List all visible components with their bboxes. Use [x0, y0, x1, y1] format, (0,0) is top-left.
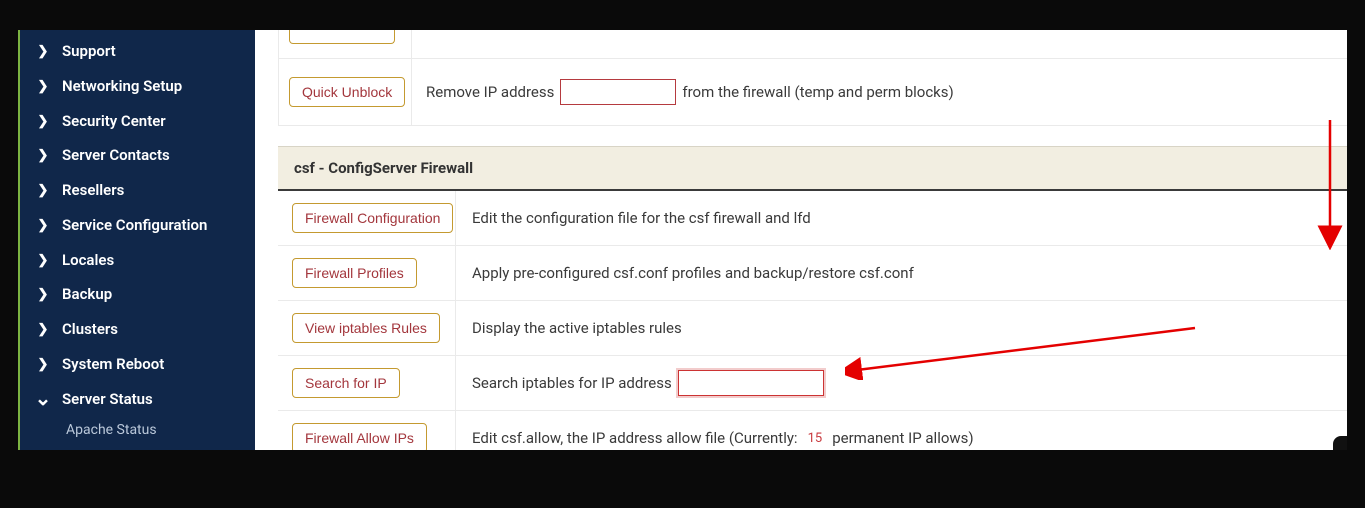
sidebar-subitem-apache-status[interactable]: Apache Status	[20, 416, 255, 444]
csf-row-firewall-configuration: Firewall Configuration Edit the configur…	[278, 191, 1347, 246]
firewall-configuration-desc: Edit the configuration file for the csf …	[456, 191, 1347, 245]
view-iptables-desc: Display the active iptables rules	[456, 301, 1347, 355]
chevron-right-icon: ❯	[38, 42, 48, 60]
quick-unblock-desc: Remove IP address from the firewall (tem…	[412, 59, 1347, 125]
sidebar-item-label: Server Status	[62, 390, 153, 409]
quick-allow-button-cell	[279, 30, 412, 58]
sidebar-item-service-configuration[interactable]: ❯ Service Configuration	[20, 208, 255, 243]
edge-tab[interactable]	[1333, 436, 1347, 450]
quick-unblock-ip-input[interactable]	[560, 79, 676, 105]
allow-count: 15	[804, 431, 827, 446]
search-ip-input[interactable]	[678, 370, 824, 396]
chevron-right-icon: ❯	[38, 216, 48, 234]
sidebar-item-label: Locales	[62, 251, 114, 270]
quick-unblock-row: Quick Unblock Remove IP address from the…	[279, 59, 1347, 126]
sidebar-item-server-contacts[interactable]: ❯ Server Contacts	[20, 138, 255, 173]
sidebar-item-system-reboot[interactable]: ❯ System Reboot	[20, 347, 255, 382]
sidebar-item-label: Networking Setup	[62, 77, 182, 96]
view-iptables-button[interactable]: View iptables Rules	[292, 313, 440, 343]
firewall-allow-button[interactable]: Firewall Allow IPs	[292, 423, 427, 450]
allow-pre: Edit csf.allow, the IP address allow fil…	[472, 429, 798, 447]
sidebar-item-label: Support	[62, 42, 116, 61]
search-ip-desc: Search iptables for IP address	[456, 356, 1347, 410]
chevron-down-icon: ⌄	[38, 391, 48, 403]
main-content: Quick Unblock Remove IP address from the…	[255, 30, 1347, 450]
chevron-right-icon: ❯	[38, 251, 48, 269]
csf-table: Firewall Configuration Edit the configur…	[278, 191, 1347, 450]
csf-row-allow-ips: Firewall Allow IPs Edit csf.allow, the I…	[278, 411, 1347, 450]
chevron-right-icon: ❯	[38, 146, 48, 164]
firewall-allow-desc: Edit csf.allow, the IP address allow fil…	[456, 411, 1347, 450]
quick-allow-row-partial	[279, 30, 1347, 59]
firewall-profiles-button[interactable]: Firewall Profiles	[292, 258, 417, 288]
sidebar-subitem-label: Apache Status	[66, 422, 157, 438]
search-ip-button[interactable]: Search for IP	[292, 368, 400, 398]
chevron-right-icon: ❯	[38, 355, 48, 373]
app-viewport: ❯ Support ❯ Networking Setup ❯ Security …	[18, 30, 1347, 450]
search-ip-pre: Search iptables for IP address	[472, 374, 672, 392]
sidebar-item-locales[interactable]: ❯ Locales	[20, 243, 255, 278]
sidebar-item-label: System Reboot	[62, 355, 164, 374]
quick-unblock-pre: Remove IP address	[426, 83, 554, 101]
quick-unblock-button-cell: Quick Unblock	[279, 59, 412, 125]
chevron-right-icon: ❯	[38, 181, 48, 199]
sidebar-item-support[interactable]: ❯ Support	[20, 34, 255, 69]
allow-post: permanent IP allows)	[832, 429, 973, 447]
chevron-right-icon: ❯	[38, 112, 48, 130]
sidebar-item-label: Resellers	[62, 181, 124, 200]
csf-row-search-ip: Search for IP Search iptables for IP add…	[278, 356, 1347, 411]
firewall-profiles-desc: Apply pre-configured csf.conf profiles a…	[456, 246, 1347, 300]
sidebar-item-resellers[interactable]: ❯ Resellers	[20, 173, 255, 208]
content-inner: Quick Unblock Remove IP address from the…	[255, 30, 1347, 450]
csf-row-view-iptables: View iptables Rules Display the active i…	[278, 301, 1347, 356]
sidebar-item-clusters[interactable]: ❯ Clusters	[20, 312, 255, 347]
quick-allow-button-partial[interactable]	[289, 30, 395, 44]
csf-row-firewall-profiles: Firewall Profiles Apply pre-configured c…	[278, 246, 1347, 301]
sidebar-item-networking-setup[interactable]: ❯ Networking Setup	[20, 69, 255, 104]
quick-unblock-button[interactable]: Quick Unblock	[289, 77, 405, 107]
firewall-configuration-button[interactable]: Firewall Configuration	[292, 203, 453, 233]
sidebar-item-label: Clusters	[62, 320, 118, 339]
sidebar-item-label: Server Contacts	[62, 146, 170, 165]
sidebar-item-label: Security Center	[62, 112, 166, 131]
sidebar-item-server-status[interactable]: ⌄ Server Status	[20, 382, 255, 417]
sidebar-item-backup[interactable]: ❯ Backup	[20, 277, 255, 312]
chevron-right-icon: ❯	[38, 285, 48, 303]
sidebar-item-label: Backup	[62, 285, 112, 304]
quick-actions-section: Quick Unblock Remove IP address from the…	[278, 30, 1347, 126]
csf-section-header: csf - ConfigServer Firewall	[278, 146, 1347, 191]
quick-allow-desc-partial	[412, 30, 1347, 58]
sidebar-item-label: Service Configuration	[62, 216, 207, 235]
chevron-right-icon: ❯	[38, 77, 48, 95]
sidebar-item-security-center[interactable]: ❯ Security Center	[20, 104, 255, 139]
sidebar: ❯ Support ❯ Networking Setup ❯ Security …	[18, 30, 255, 450]
chevron-right-icon: ❯	[38, 320, 48, 338]
quick-unblock-post: from the firewall (temp and perm blocks)	[682, 83, 953, 101]
